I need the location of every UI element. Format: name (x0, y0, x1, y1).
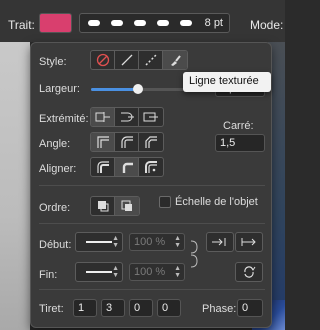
join-button-group (90, 132, 164, 152)
texture-brush-icon (171, 55, 181, 66)
round-cap-icon (120, 112, 134, 122)
phase-value: 0 (242, 302, 249, 314)
dash-value-3: 0 (134, 302, 141, 314)
dash-field-1[interactable]: 1 (73, 299, 97, 317)
arrow-tip-inside-icon (212, 238, 226, 246)
square-cap-icon (143, 112, 158, 122)
style-tooltip: Ligne texturée (183, 72, 271, 92)
style-dashed-button[interactable] (139, 51, 163, 69)
align-outside-button[interactable] (139, 158, 163, 176)
start-scale-value: 100 % (134, 236, 166, 248)
miter-join-icon (96, 136, 109, 148)
stepper-arrows-icon: ▲ ▼ (112, 235, 119, 249)
end-arrowhead-dropdown[interactable]: ▲ ▼ (75, 262, 123, 282)
phase-field[interactable]: 0 (237, 299, 263, 317)
cap-round-button[interactable] (115, 108, 139, 126)
scale-with-object-label: Échelle de l'objet (175, 196, 258, 208)
canvas-area (0, 42, 30, 330)
extremite-label: Extrémité: (39, 113, 89, 125)
section-divider (39, 289, 265, 290)
solid-line-icon (121, 54, 132, 66)
dash-field-4[interactable]: 0 (157, 299, 181, 317)
order-front-button[interactable] (115, 197, 139, 215)
arrow-tip-outside-icon (241, 238, 256, 246)
join-miter-button[interactable] (91, 133, 115, 151)
context-toolbar: Trait: 8 pt Mode: (0, 0, 285, 42)
swap-arrowheads-button[interactable] (235, 262, 263, 282)
dash-value-2: 3 (106, 302, 113, 314)
largeur-label: Largeur: (39, 83, 80, 95)
arrow-tip-inside-button[interactable] (206, 232, 234, 252)
aligner-label: Aligner: (39, 163, 77, 175)
width-dot (134, 20, 146, 26)
width-dot (88, 20, 100, 26)
angle-label: Angle: (39, 138, 71, 150)
style-none-button[interactable] (91, 51, 115, 69)
trait-label: Trait: (8, 18, 35, 32)
dashed-line-icon (144, 54, 157, 66)
scale-with-object-checkbox[interactable] (159, 196, 171, 208)
stroke-width-value[interactable]: 8 pt (205, 17, 223, 29)
phase-label: Phase: (202, 303, 237, 315)
line-preview (86, 241, 112, 243)
stepper-arrows-icon: ▲ ▼ (112, 265, 119, 279)
round-join-icon (120, 136, 133, 148)
dash-value-4: 0 (162, 302, 169, 314)
align-center-icon (122, 162, 133, 173)
stroke-behind-icon (97, 201, 108, 212)
order-behind-button[interactable] (91, 197, 115, 215)
stepper-arrows-icon: ▲ ▼ (174, 265, 181, 279)
width-slider-fill (91, 88, 138, 91)
dash-value-1: 1 (78, 302, 85, 314)
join-round-button[interactable] (115, 133, 139, 151)
stroke-width-control[interactable]: 8 pt (79, 13, 230, 33)
style-button-group (90, 50, 188, 70)
bevel-join-icon (145, 136, 157, 148)
arrow-tip-outside-button[interactable] (235, 232, 263, 252)
swap-icon (244, 266, 256, 278)
carre-label: Carré: (223, 120, 254, 132)
tooltip-text: Ligne texturée (189, 75, 259, 87)
style-texture-button[interactable] (163, 51, 187, 69)
link-chain-icon[interactable] (189, 239, 199, 269)
width-slider[interactable] (91, 84, 188, 94)
width-slider-knob[interactable] (133, 84, 143, 94)
align-outside-icon (145, 161, 157, 173)
stroke-front-icon (121, 200, 132, 211)
align-inside-button[interactable] (91, 158, 115, 176)
width-dot (157, 20, 169, 26)
cap-butt-button[interactable] (91, 108, 115, 126)
align-inside-icon (96, 161, 109, 173)
debut-label: Début: (39, 239, 72, 251)
width-dot (180, 20, 192, 26)
section-divider (39, 185, 265, 186)
style-solid-button[interactable] (115, 51, 139, 69)
start-arrowhead-dropdown[interactable]: ▲ ▼ (75, 232, 123, 252)
cap-square-button[interactable] (139, 108, 163, 126)
style-label: Style: (39, 56, 67, 68)
miter-limit-field[interactable]: 1,5 (215, 134, 265, 152)
ordre-label: Ordre: (39, 202, 71, 214)
none-style-icon (96, 53, 109, 67)
section-divider (39, 223, 265, 224)
join-bevel-button[interactable] (139, 133, 163, 151)
butt-cap-icon (95, 112, 110, 122)
miter-limit-value: 1,5 (220, 137, 236, 149)
line-preview (86, 271, 112, 273)
cap-button-group (90, 107, 164, 127)
dash-field-3[interactable]: 0 (129, 299, 153, 317)
tiret-label: Tiret: (39, 303, 64, 315)
align-button-group (90, 157, 164, 177)
order-button-group (90, 196, 140, 216)
fin-label: Fin: (39, 269, 58, 281)
stroke-color-swatch[interactable] (39, 13, 72, 33)
mode-label: Mode: (250, 18, 284, 32)
width-dot (111, 20, 123, 26)
end-scale-value: 100 % (134, 266, 166, 278)
start-scale-field[interactable]: 100 % ▲ ▼ (129, 233, 185, 251)
dash-field-2[interactable]: 3 (101, 299, 125, 317)
end-scale-field[interactable]: 100 % ▲ ▼ (129, 263, 185, 281)
align-center-button[interactable] (115, 158, 139, 176)
stepper-arrows-icon: ▲ ▼ (174, 235, 181, 249)
